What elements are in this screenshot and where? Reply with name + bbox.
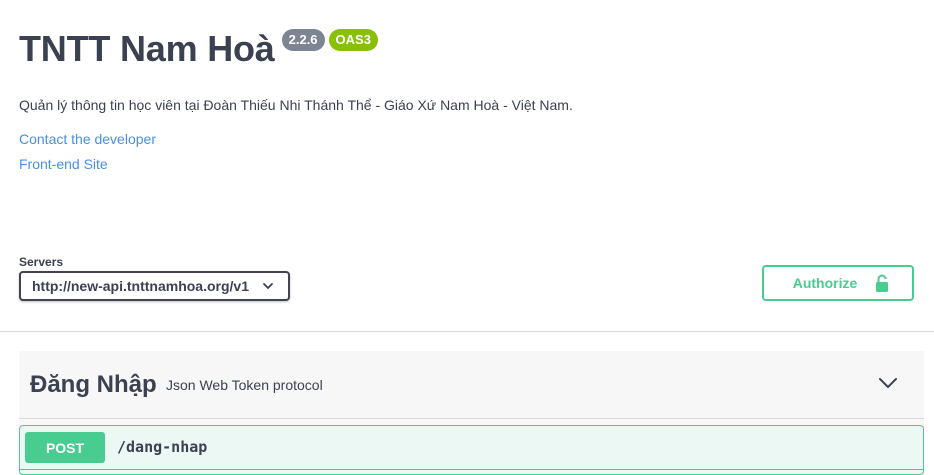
tag-section: Đăng Nhập Json Web Token protocol POST /… — [19, 351, 924, 475]
tag-header[interactable]: Đăng Nhập Json Web Token protocol — [19, 351, 924, 419]
chevron-down-icon[interactable] — [878, 376, 898, 390]
tag-description: Json Web Token protocol — [166, 377, 323, 393]
operation-path: /dang-nhap — [117, 438, 208, 456]
servers-label: Servers — [19, 255, 64, 269]
frontend-site-link[interactable]: Front-end Site — [19, 156, 108, 172]
api-description: Quản lý thông tin học viên tại Đoàn Thiế… — [19, 97, 573, 113]
section-divider — [0, 331, 934, 332]
chevron-down-icon — [263, 283, 273, 289]
title-row: TNTT Nam Hoà 2.2.6 OAS3 — [19, 26, 378, 72]
page-title: TNTT Nam Hoà — [19, 28, 275, 69]
authorize-button[interactable]: Authorize — [762, 265, 914, 301]
contact-developer-link[interactable]: Contact the developer — [19, 131, 156, 147]
api-info: TNTT Nam Hoà 2.2.6 OAS3 — [19, 26, 378, 72]
oas-badge: OAS3 — [328, 29, 378, 51]
operation-post-dang-nhap[interactable]: POST /dang-nhap — [19, 425, 924, 475]
lock-icon — [876, 274, 889, 292]
authorize-label: Authorize — [792, 275, 858, 291]
version-badge: 2.2.6 — [281, 29, 325, 51]
operation-divider — [20, 469, 923, 470]
servers-select-value: http://new-api.tnttnamhoa.org/v1 — [32, 278, 249, 294]
tag-name: Đăng Nhập — [30, 371, 157, 398]
servers-select[interactable]: http://new-api.tnttnamhoa.org/v1 — [19, 271, 290, 301]
method-badge: POST — [25, 432, 105, 463]
